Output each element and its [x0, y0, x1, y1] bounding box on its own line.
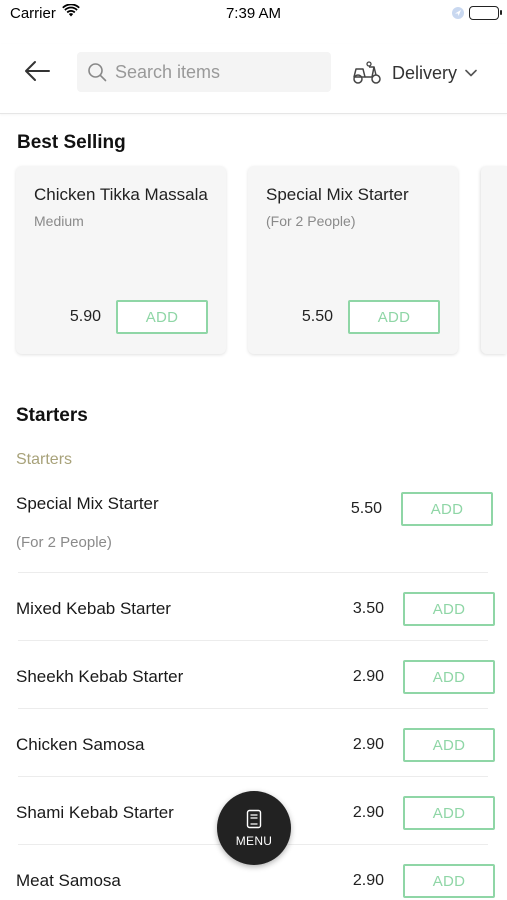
delivery-label: Delivery — [392, 62, 458, 83]
add-button[interactable]: ADD — [403, 592, 495, 626]
menu-book-icon — [246, 809, 262, 828]
back-arrow-icon — [25, 61, 50, 81]
search-input[interactable] — [115, 61, 315, 83]
back-button[interactable] — [20, 56, 54, 86]
add-button[interactable]: ADD — [403, 796, 495, 830]
top-bar: Delivery — [0, 44, 507, 114]
item-desc: (For 2 People) — [16, 534, 112, 551]
card-item-price: 5.50 — [301, 308, 333, 325]
starters-title: Starters — [16, 405, 88, 426]
card-item-name: Special Mix Starter — [266, 185, 409, 204]
list-item[interactable]: Meat Samosa 2.90 ADD — [16, 864, 496, 898]
add-button[interactable]: ADD — [401, 492, 493, 526]
divider — [18, 572, 488, 573]
delivery-selector[interactable]: Delivery — [352, 58, 477, 88]
item-price: 2.90 — [352, 804, 384, 821]
search-bar[interactable] — [77, 52, 331, 92]
menu-label: MENU — [235, 833, 273, 848]
best-selling-card-partial[interactable] — [481, 166, 507, 354]
menu-button[interactable]: MENU — [217, 791, 291, 865]
chevron-down-icon — [465, 69, 477, 77]
best-selling-card[interactable]: Special Mix Starter (For 2 People) 5.50 … — [248, 166, 458, 354]
battery-icon — [469, 6, 502, 20]
list-item[interactable]: Sheekh Kebab Starter 2.90 ADD — [16, 660, 496, 694]
card-item-sub: (For 2 People) — [266, 213, 356, 229]
search-icon — [88, 63, 107, 82]
divider — [18, 708, 488, 709]
item-price: 3.50 — [352, 600, 384, 617]
location-icon — [451, 6, 465, 25]
item-name: Sheekh Kebab Starter — [16, 667, 184, 686]
add-button[interactable]: ADD — [116, 300, 208, 334]
item-price: 2.90 — [352, 736, 384, 753]
item-name: Special Mix Starter — [16, 494, 159, 513]
scooter-icon — [353, 61, 381, 84]
add-button[interactable]: ADD — [403, 864, 495, 898]
list-item[interactable]: Mixed Kebab Starter 3.50 ADD — [16, 592, 496, 626]
item-name: Meat Samosa — [16, 871, 121, 890]
divider — [18, 640, 488, 641]
list-item[interactable]: Chicken Samosa 2.90 ADD — [16, 728, 496, 762]
card-item-sub: Medium — [34, 213, 84, 229]
card-item-price: 5.90 — [69, 308, 101, 325]
clock: 7:39 AM — [225, 5, 282, 22]
category-label: Starters — [16, 451, 73, 468]
item-name: Mixed Kebab Starter — [16, 599, 171, 618]
item-price: 2.90 — [352, 668, 384, 685]
list-item[interactable]: Special Mix Starter (For 2 People) 5.50 … — [16, 490, 496, 560]
divider — [18, 776, 488, 777]
add-button[interactable]: ADD — [348, 300, 440, 334]
card-item-name: Chicken Tikka Massala — [34, 185, 208, 204]
item-price: 2.90 — [352, 872, 384, 889]
item-name: Shami Kebab Starter — [16, 803, 174, 822]
best-selling-title: Best Selling — [17, 132, 126, 153]
best-selling-card[interactable]: Chicken Tikka Massala Medium 5.90 ADD — [16, 166, 226, 354]
add-button[interactable]: ADD — [403, 728, 495, 762]
item-price: 5.50 — [350, 500, 382, 517]
status-bar: Carrier 7:39 AM — [0, 0, 507, 28]
add-button[interactable]: ADD — [403, 660, 495, 694]
item-name: Chicken Samosa — [16, 735, 145, 754]
